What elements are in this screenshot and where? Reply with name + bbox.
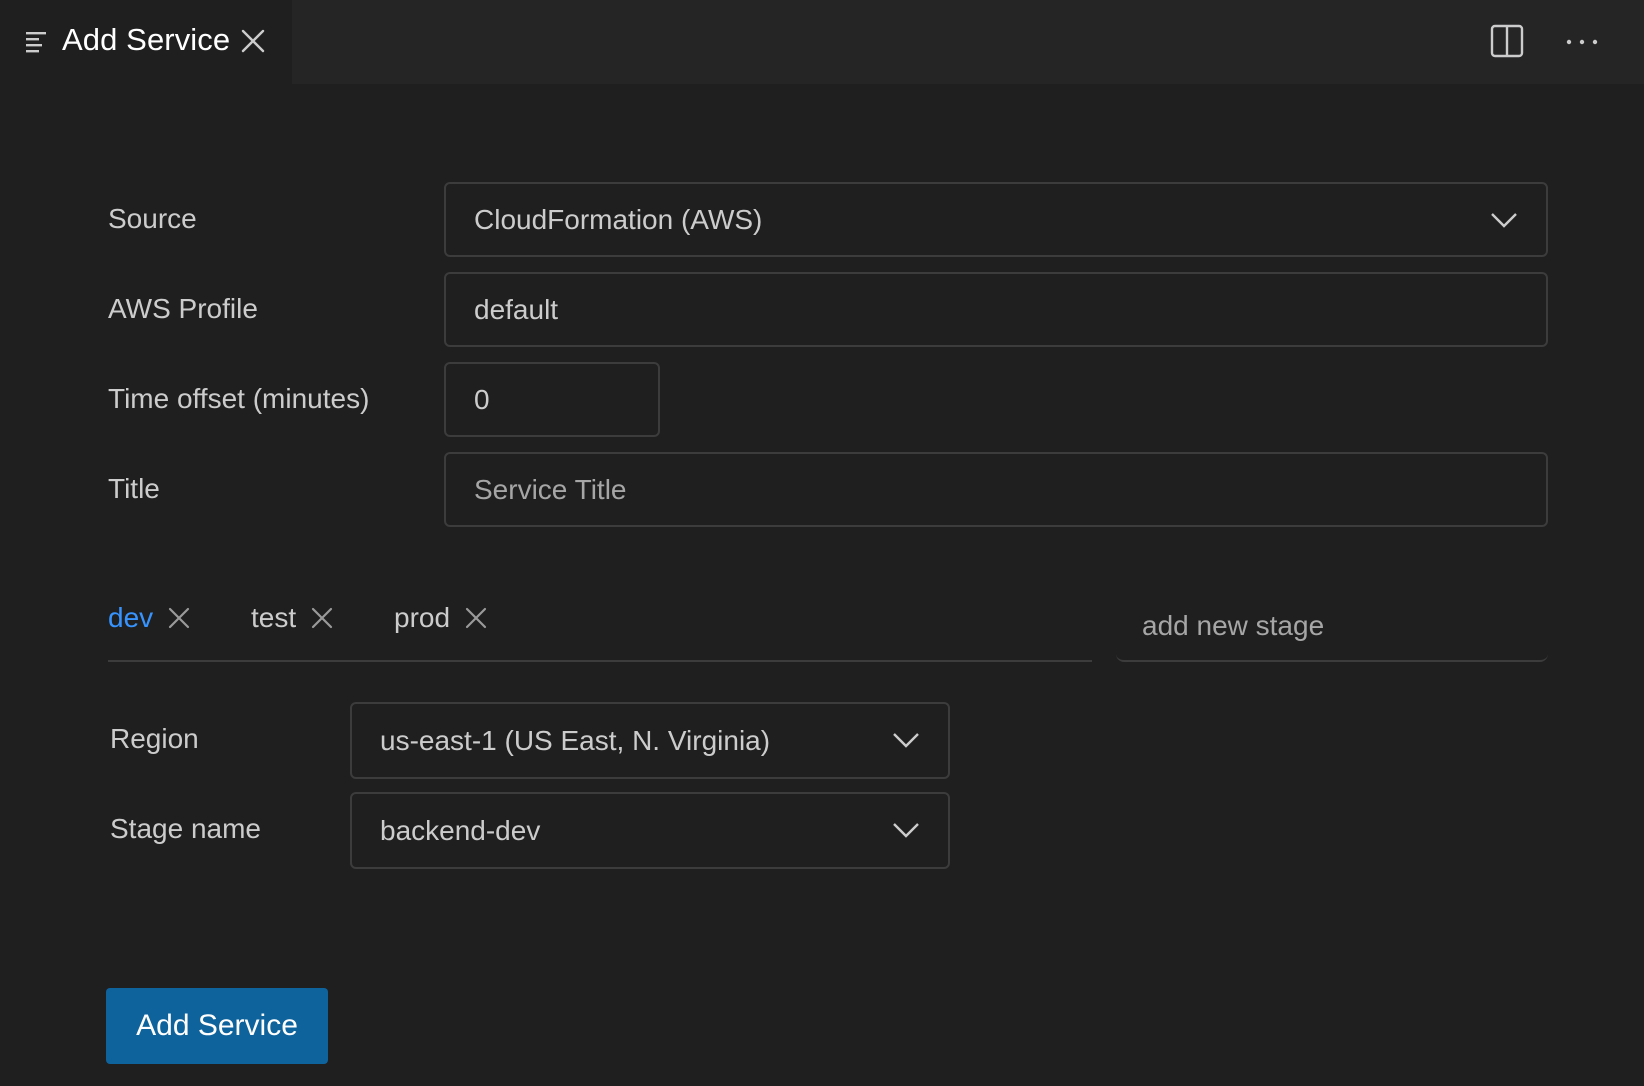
remove-stage-icon[interactable] <box>310 606 334 630</box>
time-offset-label: Time offset (minutes) <box>108 383 370 414</box>
stage-label: test <box>251 602 297 633</box>
stage-tabs: dev test prod <box>108 590 1092 662</box>
region-value: us-east-1 (US East, N. Virginia) <box>380 724 771 756</box>
aws-profile-label: AWS Profile <box>108 293 258 324</box>
region-select[interactable]: us-east-1 (US East, N. Virginia) <box>350 702 950 779</box>
aws-profile-value: default <box>474 293 559 325</box>
stage-name-label: Stage name <box>110 813 261 844</box>
title-input[interactable]: Service Title <box>444 452 1548 527</box>
new-stage-input[interactable]: add new stage <box>1116 590 1548 662</box>
chevron-down-icon <box>893 823 919 838</box>
aws-profile-input[interactable]: default <box>444 272 1548 347</box>
remove-stage-icon[interactable] <box>464 606 488 630</box>
title-placeholder: Service Title <box>474 473 627 505</box>
source-label: Source <box>108 203 197 234</box>
stage-name-select[interactable]: backend-dev <box>350 792 950 869</box>
tab-add-service[interactable]: Add Service <box>0 0 292 84</box>
lines-icon <box>26 32 46 53</box>
stage-tab-dev[interactable]: dev <box>108 598 191 638</box>
more-actions-icon[interactable] <box>1564 30 1600 54</box>
region-label: Region <box>110 723 199 754</box>
stage-label: prod <box>394 602 451 633</box>
stage-tab-test[interactable]: test <box>251 598 334 638</box>
remove-stage-icon[interactable] <box>167 606 191 630</box>
title-label: Title <box>108 473 160 504</box>
add-service-button[interactable]: Add Service <box>106 988 328 1064</box>
time-offset-value: 0 <box>474 383 490 415</box>
editor-tab-bar: Add Service <box>0 0 1644 84</box>
stage-tab-prod[interactable]: prod <box>394 598 488 638</box>
chevron-down-icon <box>893 733 919 748</box>
add-service-button-label: Add Service <box>136 1009 298 1042</box>
stage-name-value: backend-dev <box>380 814 541 846</box>
chevron-down-icon <box>1491 213 1517 228</box>
source-select[interactable]: CloudFormation (AWS) <box>444 182 1548 257</box>
close-icon[interactable] <box>240 28 266 54</box>
tab-title: Add Service <box>62 22 231 57</box>
new-stage-placeholder: add new stage <box>1142 610 1325 641</box>
time-offset-input[interactable]: 0 <box>444 362 660 437</box>
split-editor-icon[interactable] <box>1490 24 1524 58</box>
stage-label: dev <box>108 602 154 633</box>
source-value: CloudFormation (AWS) <box>474 203 763 235</box>
